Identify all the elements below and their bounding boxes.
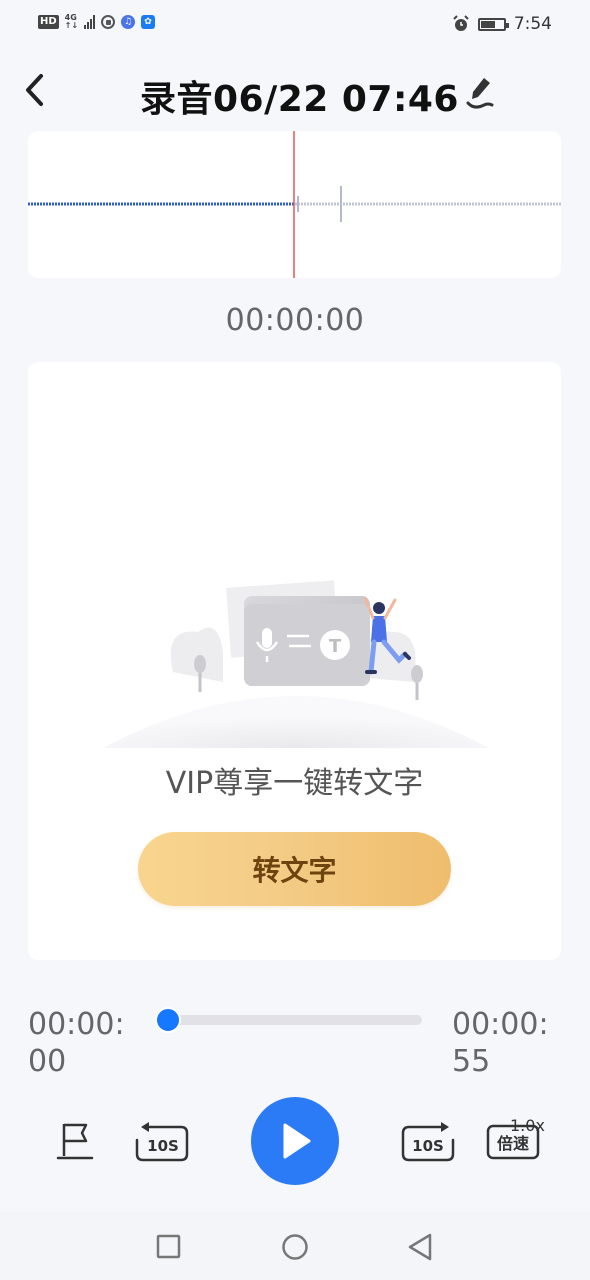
- system-nav-bar: [0, 1212, 590, 1280]
- speed-value: 1.0x: [510, 1116, 545, 1135]
- rewind-10s-button[interactable]: 10S: [133, 1120, 191, 1164]
- rename-button[interactable]: [462, 72, 498, 112]
- circle-icon: [282, 1234, 308, 1260]
- back-chevron-icon: [26, 74, 43, 106]
- speed-button-label: 倍速: [497, 1134, 529, 1153]
- status-left: HD 4G ↑↓ ♫ ✿: [38, 14, 156, 30]
- edit-pen-icon: [466, 78, 494, 109]
- svg-text:T: T: [329, 636, 342, 657]
- signal-icon: [84, 15, 96, 29]
- home-button[interactable]: [281, 1233, 309, 1261]
- total-time: 00:00:55: [452, 1007, 549, 1079]
- status-right: 7:54: [452, 14, 552, 34]
- alarm-icon: [453, 15, 469, 31]
- vip-promo-text: VIP尊享一键转文字: [165, 766, 424, 801]
- forward-10s-icon: 10S: [401, 1122, 455, 1162]
- rewind-10s-icon: 10S: [135, 1122, 189, 1162]
- triangle-back-icon: [408, 1233, 432, 1261]
- back-button[interactable]: [14, 70, 54, 110]
- bookmark-button[interactable]: [54, 1120, 98, 1164]
- waveform-panel[interactable]: [28, 131, 561, 278]
- recent-apps-button[interactable]: [156, 1234, 182, 1260]
- waveform[interactable]: [28, 131, 561, 278]
- forward-label: 10S: [412, 1137, 444, 1155]
- flag-icon: [56, 1123, 94, 1160]
- convert-to-text-button[interactable]: 转文字: [138, 832, 451, 906]
- play-icon: [283, 1123, 311, 1159]
- progress-track[interactable]: [168, 1015, 422, 1025]
- transcribe-illustration: T: [103, 580, 489, 748]
- progress-thumb[interactable]: [155, 1007, 181, 1033]
- hd-badge: HD: [38, 15, 59, 29]
- play-button[interactable]: [251, 1097, 339, 1185]
- record-icon: [101, 15, 116, 29]
- nav-back-button[interactable]: [406, 1232, 434, 1262]
- music-icon: ♫: [121, 15, 136, 29]
- data-arrows-icon: ↑↓: [64, 21, 79, 30]
- status-time: 7:54: [513, 14, 552, 34]
- status-bar: HD 4G ↑↓ ♫ ✿ 7:54: [0, 0, 590, 50]
- square-icon: [156, 1234, 181, 1259]
- network-block: 4G ↑↓: [65, 14, 78, 30]
- forward-10s-button[interactable]: 10S: [399, 1120, 457, 1164]
- elapsed-time: 00:00:00: [28, 1007, 125, 1079]
- rewind-label: 10S: [147, 1137, 179, 1155]
- page-title: 录音06/22 07:46: [140, 79, 459, 120]
- bulb-icon: ✿: [141, 15, 156, 29]
- transcribe-card: T VIP尊享一键转文字 转文字: [28, 362, 561, 960]
- current-time: 00:00:00: [225, 303, 365, 338]
- battery-icon: [477, 17, 509, 31]
